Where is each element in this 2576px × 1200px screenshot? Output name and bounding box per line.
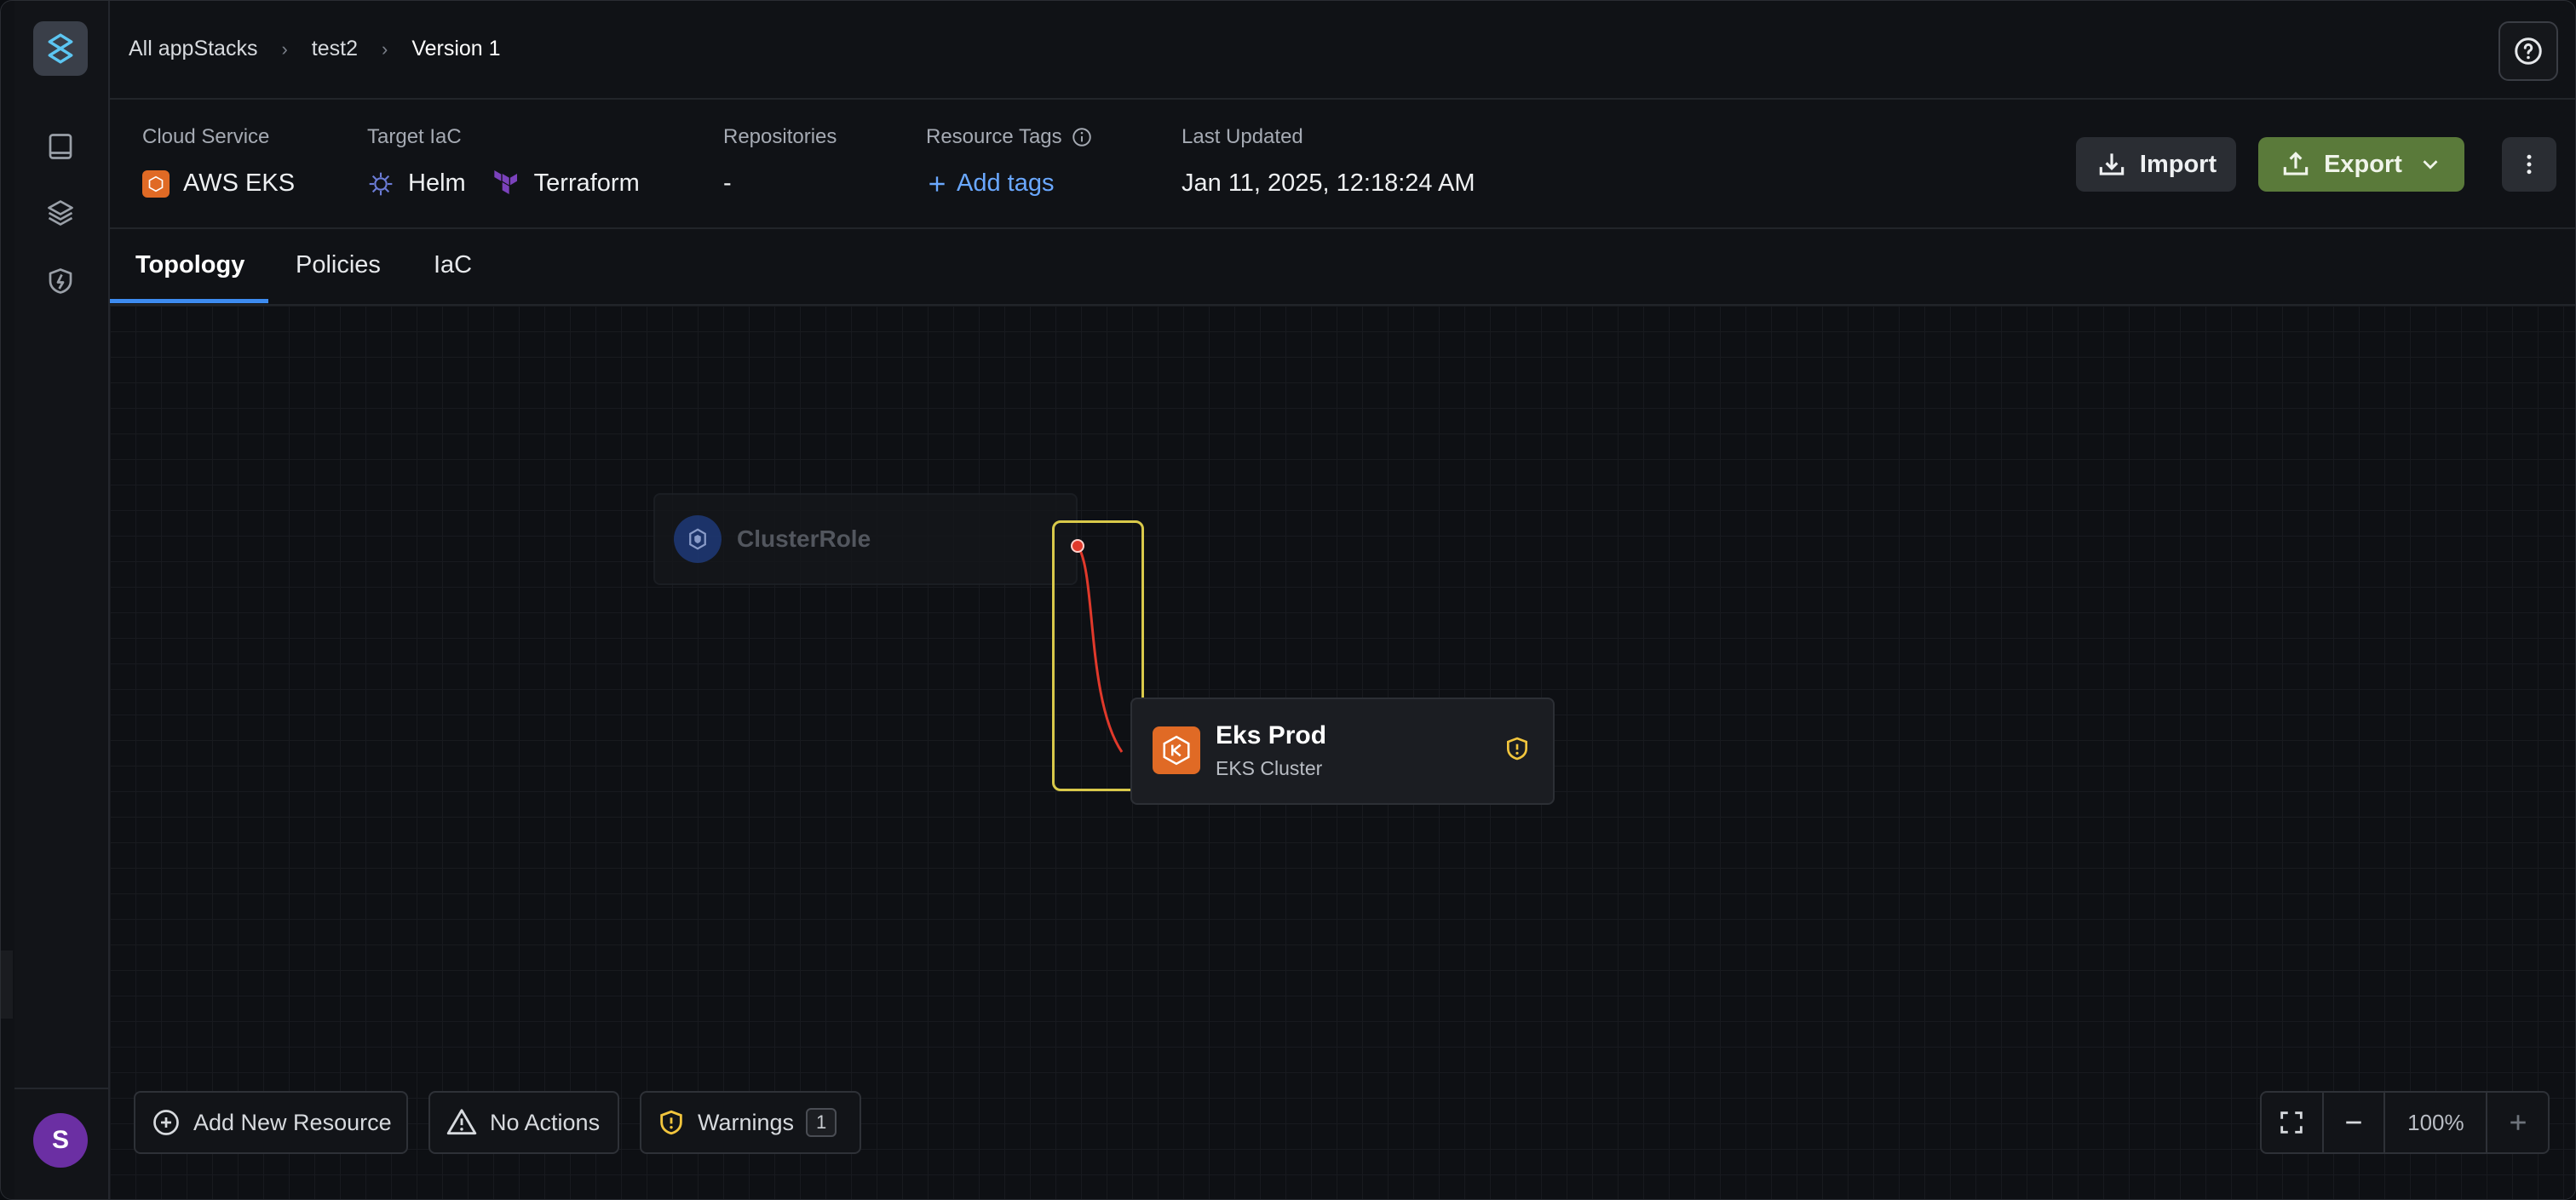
no-actions-label: No Actions <box>490 1109 601 1135</box>
shield-warning-icon <box>660 1110 682 1135</box>
user-avatar[interactable]: S <box>33 1113 88 1168</box>
import-label: Import <box>2139 150 2217 178</box>
question-circle-icon <box>2515 37 2542 65</box>
sidebar: S <box>14 1 110 1199</box>
zoom-in-button[interactable] <box>2487 1093 2548 1152</box>
upload-icon <box>2283 152 2309 175</box>
warnings-button[interactable]: Warnings 1 <box>640 1091 861 1154</box>
tab-topology[interactable]: Topology <box>135 251 244 279</box>
plus-circle-icon <box>153 1110 179 1135</box>
appstack-meta: Cloud Service AWS EKS Target IaC Helm Te… <box>110 100 2575 229</box>
zoom-out-button[interactable] <box>2324 1093 2386 1152</box>
repositories-field: Repositories - <box>723 125 837 198</box>
fit-view-button[interactable] <box>2262 1093 2324 1152</box>
resource-tags-label: Resource Tags <box>926 125 1062 148</box>
cloud-service-field: Cloud Service AWS EKS <box>142 125 295 198</box>
import-button[interactable]: Import <box>2076 137 2236 192</box>
resource-tags-field: Resource Tags Add tags <box>926 125 1093 198</box>
plus-icon <box>2510 1115 2526 1130</box>
tab-bar: Topology Policies IaC <box>110 229 2575 306</box>
breadcrumb-version: Version 1 <box>411 37 501 60</box>
app-window: S All appStacks › test2 › Version 1 Clou… <box>0 0 2576 1200</box>
sidebar-divider <box>14 1088 108 1089</box>
eks-node-title: Eks Prod <box>1216 721 1327 749</box>
add-new-resource-label: Add New Resource <box>193 1109 392 1135</box>
chevron-down-icon <box>2423 160 2438 169</box>
add-tags-label: Add tags <box>957 169 1055 197</box>
last-updated-label: Last Updated <box>1182 125 1303 148</box>
plus-icon <box>929 175 945 192</box>
warnings-label: Warnings <box>698 1109 795 1135</box>
target-iac-label: Target IaC <box>367 125 462 148</box>
eks-cluster-node[interactable]: Eks Prod EKS Cluster <box>1130 698 1555 805</box>
shield-warning-icon[interactable] <box>1504 735 1531 767</box>
helm-icon <box>369 172 393 195</box>
breadcrumb-test2[interactable]: test2 <box>312 37 358 61</box>
kubernetes-clusterrole-icon <box>674 515 722 563</box>
warning-triangle-icon <box>446 1109 477 1135</box>
minus-icon <box>2346 1121 2361 1124</box>
top-bar: All appStacks › test2 › Version 1 <box>110 1 2575 100</box>
terraform-icon <box>494 169 517 194</box>
breadcrumb: All appStacks › test2 › Version 1 <box>129 37 501 61</box>
export-label: Export <box>2324 150 2402 178</box>
info-icon[interactable] <box>1071 126 1093 148</box>
zoom-level: 100% <box>2385 1093 2488 1152</box>
clusterrole-node[interactable]: ClusterRole <box>653 493 1078 585</box>
tab-iac[interactable]: IaC <box>434 251 472 279</box>
export-button[interactable]: Export <box>2258 137 2464 192</box>
zoom-controls: 100% <box>2260 1091 2550 1154</box>
layers-icon[interactable] <box>43 195 78 231</box>
add-new-resource-button[interactable]: Add New Resource <box>134 1091 408 1154</box>
last-updated-value: Jan 11, 2025, 12:18:24 AM <box>1182 169 1475 197</box>
edge-handle[interactable] <box>1071 539 1084 553</box>
warnings-count-badge: 1 <box>806 1108 837 1137</box>
chevron-right-icon: › <box>281 37 288 60</box>
window-edge-tab <box>1 950 13 1019</box>
topology-canvas[interactable]: ClusterRole Eks Prod EKS Cluster Add New… <box>110 306 2575 1199</box>
tab-policies[interactable]: Policies <box>296 251 381 279</box>
clusterrole-label: ClusterRole <box>737 525 871 552</box>
chevron-right-icon: › <box>382 37 388 60</box>
last-updated-field: Last Updated Jan 11, 2025, 12:18:24 AM <box>1182 125 1475 198</box>
help-button[interactable] <box>2498 21 2558 81</box>
fullscreen-icon <box>2280 1111 2303 1134</box>
eks-node-subtitle: EKS Cluster <box>1216 757 1323 779</box>
eks-cluster-icon <box>1153 726 1200 774</box>
shield-bolt-icon[interactable] <box>43 263 78 299</box>
aws-eks-icon <box>142 169 170 198</box>
app-logo-icon[interactable] <box>33 21 88 76</box>
target-iac-field: Target IaC Helm Terraform <box>367 125 640 198</box>
add-tags-button[interactable]: Add tags <box>926 169 1093 198</box>
no-actions-button[interactable]: No Actions <box>428 1091 619 1154</box>
cloud-service-label: Cloud Service <box>142 125 270 148</box>
kebab-menu-icon <box>2527 154 2532 175</box>
repositories-value: - <box>723 169 732 197</box>
avatar-initial: S <box>51 1126 69 1154</box>
download-icon <box>2099 153 2125 175</box>
active-tab-indicator <box>110 299 268 303</box>
repositories-label: Repositories <box>723 125 837 148</box>
breadcrumb-all-appstacks[interactable]: All appStacks <box>129 37 257 61</box>
helm-label: Helm <box>408 169 466 197</box>
more-options-button[interactable] <box>2502 137 2556 192</box>
book-icon[interactable] <box>43 129 78 164</box>
cloud-service-value: AWS EKS <box>183 169 296 197</box>
terraform-label: Terraform <box>533 169 640 197</box>
